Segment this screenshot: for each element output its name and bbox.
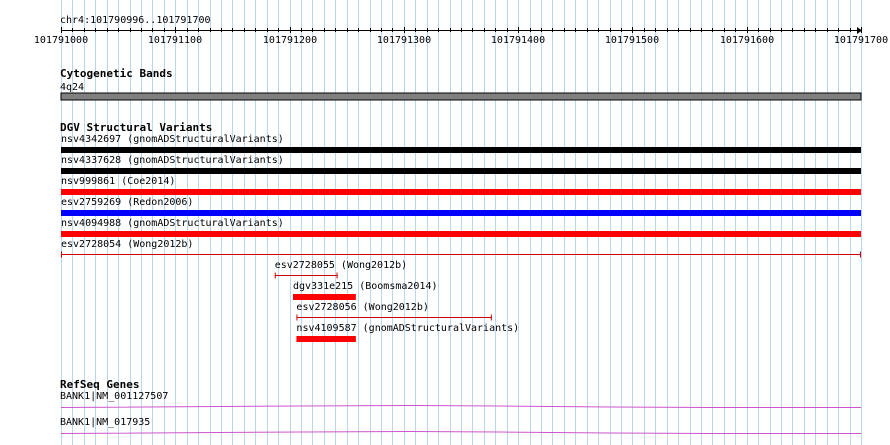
refseq-gene-line	[60, 404, 861, 408]
dgv-feature-bar	[61, 210, 861, 216]
dgv-feature-label: nsv4337628 (gnomADStructuralVariants)	[61, 155, 284, 166]
dgv-feature-label: esv2728056 (Wong2012b)	[296, 302, 429, 313]
dgv-feature-label: nsv999861 (Coe2014)	[61, 176, 176, 187]
genome-browser: chr4:101790996..101791700 101791000 10179…	[0, 0, 890, 445]
dgv-feature-label: esv2759269 (Redon2006)	[61, 197, 194, 208]
dgv-feature-bar	[61, 189, 861, 195]
dgv-feature-label: nsv4109587 (gnomADStructuralVariants)	[296, 323, 520, 334]
dgv-feature-label: nsv4094988 (gnomADStructuralVariants)	[61, 218, 284, 229]
refseq-gene-label: BANK1|NM_001127507	[60, 391, 169, 402]
dgv-feature-bar	[293, 294, 356, 300]
dgv-feature-bar	[61, 147, 861, 153]
refseq-gene-label: BANK1|NM_017935	[60, 417, 151, 428]
dgv-feature-label: dgv331e215 (Boomsma2014)	[293, 281, 438, 292]
dgv-feature-bar	[61, 231, 861, 237]
dgv-feature-label: esv2728054 (Wong2012b)	[61, 239, 194, 250]
cytoband-bar	[60, 92, 862, 101]
dgv-feature-label: nsv4342697 (gnomADStructuralVariants)	[61, 134, 284, 145]
dgv-feature-bar	[61, 168, 861, 174]
dgv-feature-label: esv2728055 (Wong2012b)	[274, 260, 408, 271]
refseq-gene-line	[60, 430, 861, 434]
dgv-feature-bar	[296, 336, 356, 342]
